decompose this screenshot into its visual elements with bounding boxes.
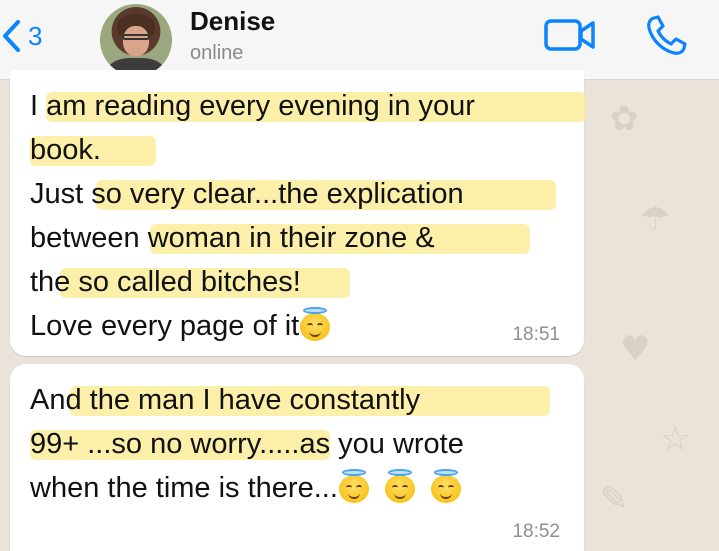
message-line: book. bbox=[30, 128, 475, 172]
smiling-face-with-halo-icon bbox=[384, 469, 415, 503]
smiling-face-with-halo-icon bbox=[430, 469, 461, 503]
message-line: I am reading every evening in your bbox=[30, 84, 586, 128]
message-line: 99+ ...so no worry.....as you wrote bbox=[30, 428, 464, 460]
chevron-left-icon bbox=[3, 20, 20, 52]
contact-name[interactable]: Denise bbox=[190, 6, 275, 37]
smiling-face-with-halo-icon bbox=[300, 307, 331, 341]
message-bubble-incoming[interactable]: I am reading every evening in your book.… bbox=[10, 70, 586, 356]
message-line: Just so very clear...the explication bbox=[30, 172, 556, 216]
avatar[interactable] bbox=[100, 4, 172, 76]
doodle-icon: ☂ bbox=[640, 199, 671, 239]
message-timestamp: 18:51 bbox=[512, 324, 560, 345]
doodle-icon: ✿ bbox=[610, 99, 639, 139]
back-button[interactable]: 3 bbox=[0, 16, 42, 56]
doodle-icon: ☆ bbox=[660, 419, 691, 459]
unread-count: 3 bbox=[28, 20, 43, 51]
doodle-icon: ✎ bbox=[600, 479, 629, 519]
contact-status: online bbox=[190, 42, 244, 64]
video-call-button[interactable] bbox=[544, 18, 596, 57]
message-line: between woman in their zone & bbox=[30, 216, 530, 260]
doodle-icon: ♥ bbox=[620, 329, 651, 369]
message-timestamp: 18:52 bbox=[512, 521, 560, 542]
message-bubble-incoming[interactable]: And the man I have constantly 99+ ...so … bbox=[10, 364, 584, 551]
phone-icon bbox=[647, 15, 687, 55]
message-line: And the man I have constantly bbox=[30, 378, 550, 422]
video-camera-icon bbox=[544, 19, 595, 51]
message-line: Love every page of it bbox=[30, 304, 475, 348]
message-line: when the time is there... bbox=[30, 466, 464, 510]
voice-call-button[interactable] bbox=[644, 14, 688, 63]
chat-header: 3 Denise online bbox=[0, 0, 719, 80]
smiling-face-with-halo-icon bbox=[338, 469, 369, 503]
message-line: the so called bitches! bbox=[30, 260, 475, 304]
